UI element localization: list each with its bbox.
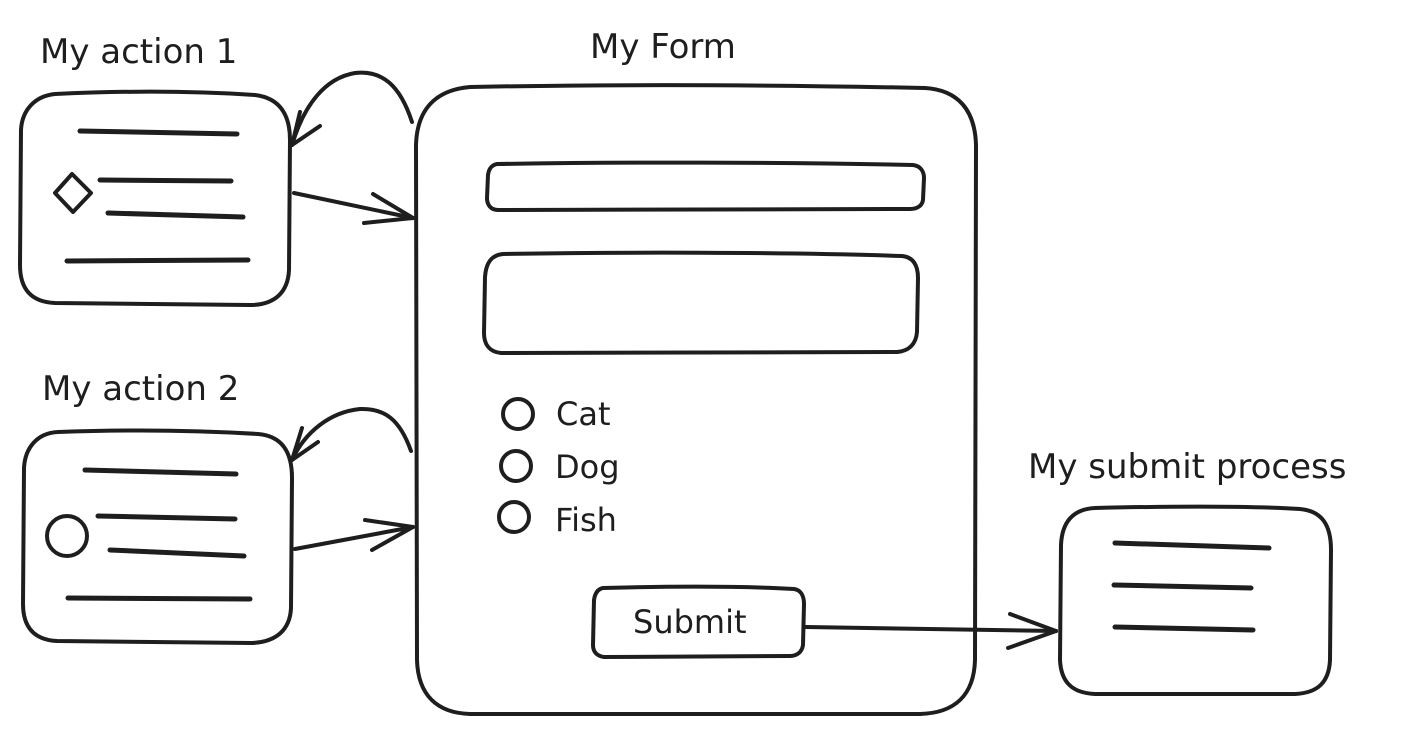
radio-button[interactable] xyxy=(497,500,531,534)
arrow-action2-to-form xyxy=(293,518,415,552)
arrow-form-to-action2 xyxy=(290,406,413,462)
radio-label-cat: Cat xyxy=(556,395,611,433)
submit-button-label: Submit xyxy=(633,603,747,641)
arrow-action1-to-form xyxy=(292,191,415,225)
arrow-submit-to-process xyxy=(804,612,1058,650)
radio-option-dog[interactable]: Dog xyxy=(499,448,620,486)
action2-label: My action 2 xyxy=(42,369,239,409)
submit-process-label: My submit process xyxy=(1028,447,1346,487)
form-title: My Form xyxy=(590,27,736,67)
radio-button[interactable] xyxy=(501,397,535,431)
radio-option-fish[interactable]: Fish xyxy=(497,500,617,539)
action1-node[interactable] xyxy=(18,89,292,307)
action1-label: My action 1 xyxy=(40,32,237,72)
submit-process-node[interactable] xyxy=(1058,504,1333,696)
textarea-field[interactable] xyxy=(482,250,920,355)
diagram-canvas: My action 1 My Form My action 2 My submi… xyxy=(18,27,1346,716)
radio-label-fish: Fish xyxy=(555,501,617,539)
action2-node[interactable] xyxy=(21,428,294,645)
diamond-icon xyxy=(53,172,93,214)
arrow-form-to-action1 xyxy=(290,70,414,147)
radio-button[interactable] xyxy=(499,449,533,483)
submit-button[interactable]: Submit xyxy=(591,584,806,659)
radio-option-cat[interactable]: Cat xyxy=(501,395,611,433)
circle-icon xyxy=(45,514,89,558)
text-input-field[interactable] xyxy=(485,160,926,212)
radio-label-dog: Dog xyxy=(555,448,620,486)
